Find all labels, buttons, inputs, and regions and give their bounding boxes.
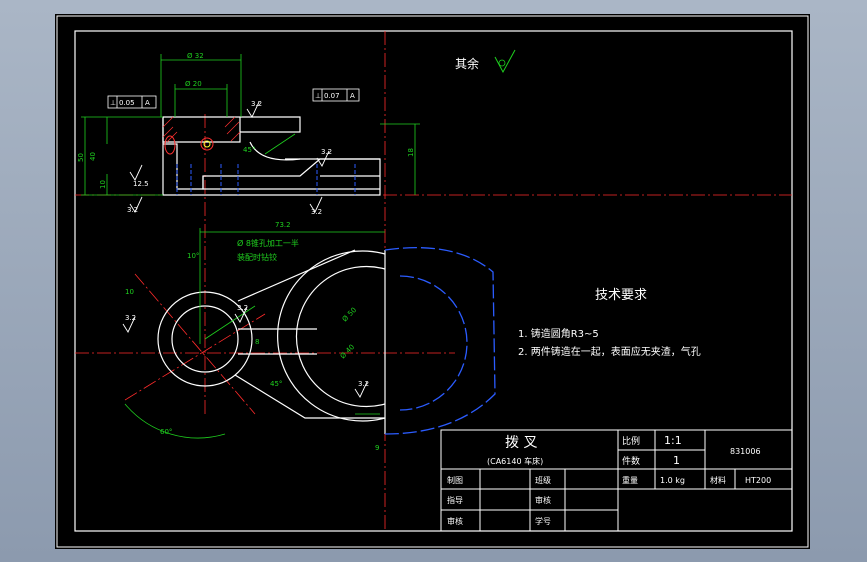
- ra-g: 3.2: [237, 304, 248, 312]
- svg-text:⊥: ⊥: [315, 92, 321, 100]
- part-model: (CA6140 车床): [487, 456, 543, 466]
- section-hatch: [162, 116, 241, 143]
- note-taper-hole: Ø 8锥孔加工一半: [237, 238, 299, 248]
- material-value: HT200: [745, 476, 771, 485]
- ra-c: 3.2: [127, 206, 138, 214]
- dim-h50: 50: [77, 153, 85, 162]
- weight-label: 重量: [622, 475, 638, 485]
- dim-9: 9: [375, 444, 379, 452]
- qty-label: 件数: [622, 455, 640, 467]
- checker-label: 审核: [447, 516, 463, 526]
- svg-text:A: A: [145, 99, 150, 107]
- centerlines: [75, 31, 792, 531]
- top-view: Ø 32 Ø 20 40 50 10 18 45° 3.2 3.2 12.5 3…: [77, 52, 420, 216]
- tolerance-frame-2: ⊥ 0.07 A: [312, 88, 360, 102]
- dim-angle-10: 10°: [187, 252, 199, 260]
- tech-req-title: 技术要求: [595, 288, 647, 303]
- review-label: 审核: [535, 495, 551, 505]
- design-label: 指导: [447, 495, 463, 505]
- dim-h10: 10: [99, 180, 107, 189]
- drawing-sheet: 其余 Ø 32 Ø 20 40 50 10 18 45° 3.2 3.2 12.…: [55, 14, 810, 549]
- svg-text:0.05: 0.05: [119, 99, 135, 107]
- dim-h-right: 18: [407, 148, 415, 157]
- dim-d-outer: Ø 32: [187, 52, 204, 60]
- scale-value: 1:1: [664, 434, 682, 447]
- ra-e: 12.5: [133, 180, 149, 188]
- title-block: [440, 429, 793, 532]
- ra-b: 3.2: [321, 148, 332, 156]
- roughness-note: 其余: [455, 56, 479, 71]
- drawing-code: 831006: [730, 447, 761, 456]
- front-view: 73.2 Ø 8锥孔加工一半 装配时钻铰 10° 10 Ø 50 Ø 40 8 …: [122, 221, 496, 452]
- dim-len-8: 8: [255, 338, 259, 346]
- school-label: 班级: [535, 475, 551, 485]
- material-label: 材料: [710, 475, 726, 485]
- svg-text:⊥: ⊥: [110, 99, 116, 107]
- outer-border: [56, 15, 809, 548]
- dim-d-inner: Ø 20: [185, 80, 202, 88]
- dim-dia-b: Ø 40: [339, 343, 356, 360]
- ra-h: 3.2: [358, 380, 369, 388]
- roughness-icon: [494, 49, 516, 74]
- svg-text:A: A: [350, 92, 355, 100]
- dim-dia-a: Ø 50: [341, 306, 358, 323]
- scale-label: 比例: [622, 435, 640, 447]
- seq-label: 学号: [535, 516, 551, 526]
- part-name: 拨 叉: [505, 435, 537, 451]
- drawn-label: 制图: [447, 475, 463, 485]
- dim-angle-60: 60°: [160, 428, 172, 436]
- dim-len-10: 10: [125, 288, 134, 296]
- dim-angle-45: 45°: [243, 146, 255, 154]
- svg-text:0.07: 0.07: [324, 92, 340, 100]
- ra-d: 3.2: [311, 208, 322, 216]
- inner-border: [74, 30, 793, 532]
- tech-req-item-2: 2. 两件铸造在一起，表面应无夹渣，气孔: [518, 345, 701, 358]
- weight-value: 1.0 kg: [660, 476, 685, 485]
- ra-f: 3.2: [125, 314, 136, 322]
- drawing-canvas: 其余 Ø 32 Ø 20 40 50 10 18 45° 3.2 3.2 12.…: [56, 15, 809, 548]
- dim-angle-45-front: 45°: [270, 380, 282, 388]
- dim-73: 73.2: [275, 221, 291, 229]
- ra-a: 3.2: [251, 100, 262, 108]
- qty-value: 1: [673, 454, 680, 467]
- note-assembly: 装配时钻铰: [237, 252, 277, 262]
- tolerance-frame-1: ⊥ 0.05 A: [107, 95, 157, 109]
- tech-req-item-1: 1. 铸造圆角R3~5: [518, 327, 599, 340]
- dim-h40: 40: [89, 152, 97, 161]
